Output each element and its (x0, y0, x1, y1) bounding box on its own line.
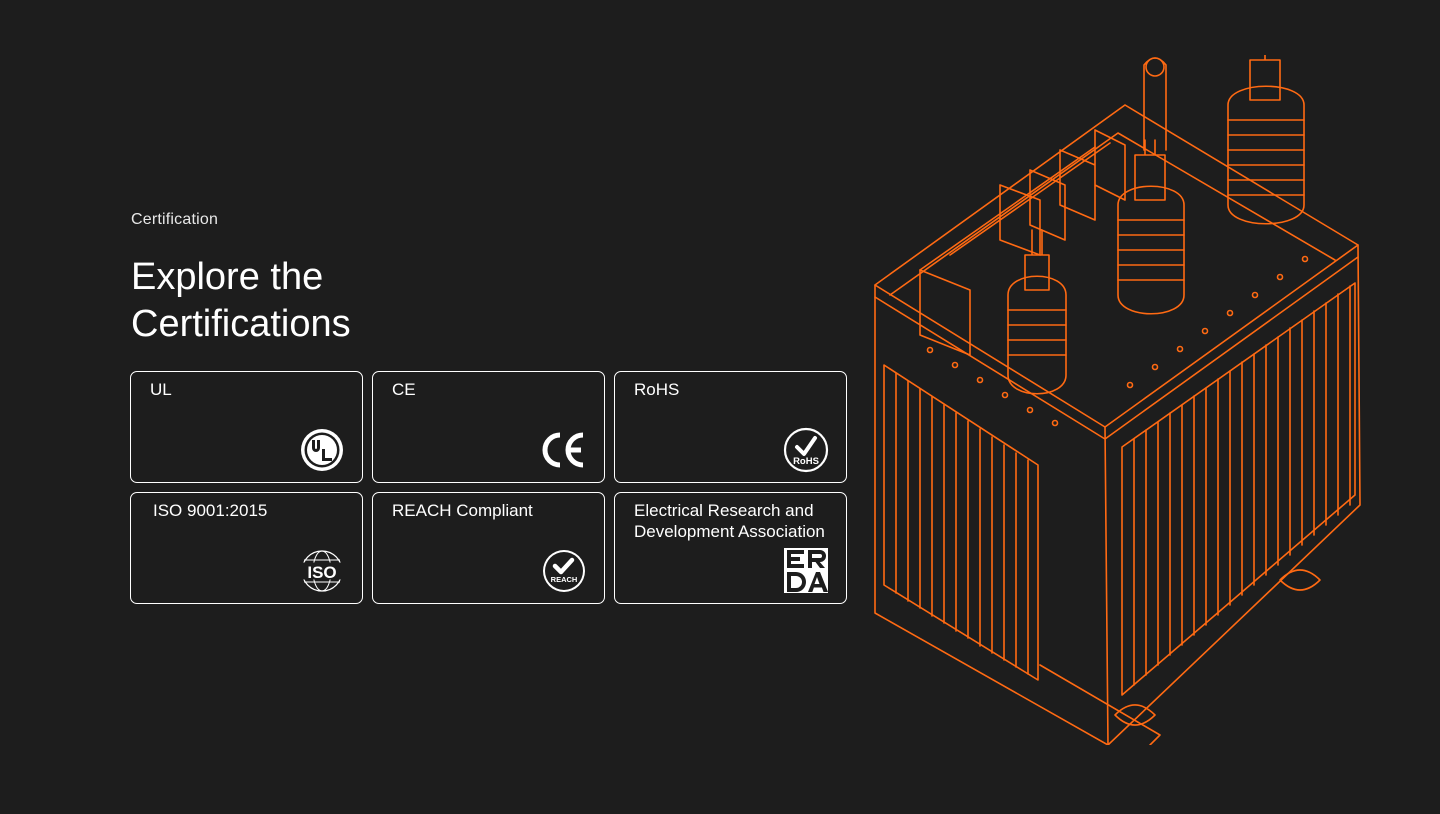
transformer-wireframe-illustration (874, 55, 1361, 745)
certification-card-ce[interactable]: CE (372, 371, 605, 483)
certification-card-iso[interactable]: ISO 9001:2015 ISO (130, 492, 363, 604)
section-title: Explore the Certifications (131, 254, 351, 348)
certification-card-erda[interactable]: Electrical Research and Development Asso… (614, 492, 847, 604)
section-eyebrow: Certification (131, 211, 219, 228)
erda-logo-icon (782, 547, 830, 595)
iso-logo-icon: ISO (298, 547, 346, 595)
certification-grid: UL CE RoHS RoHS ISO 9001:2015 ISO REACH … (130, 371, 847, 604)
ul-logo-icon (298, 426, 346, 474)
rohs-logo-icon: RoHS (782, 426, 830, 474)
section-title-line-2: Certifications (131, 303, 351, 345)
reach-logo-icon: REACH (540, 547, 588, 595)
certification-label: UL (150, 380, 172, 399)
section-title-line-1: Explore the (131, 256, 324, 298)
certification-label: REACH Compliant (392, 501, 533, 520)
certification-label: CE (392, 380, 416, 399)
certification-card-ul[interactable]: UL (130, 371, 363, 483)
certification-card-reach[interactable]: REACH Compliant REACH (372, 492, 605, 604)
certification-card-rohs[interactable]: RoHS RoHS (614, 371, 847, 483)
certification-label: ISO 9001:2015 (153, 501, 268, 520)
iso-logo-text: ISO (307, 563, 336, 582)
rohs-logo-text: RoHS (793, 456, 819, 467)
reach-logo-text: REACH (551, 575, 578, 584)
certification-label: Electrical Research and Development Asso… (634, 501, 825, 541)
ce-logo-icon (540, 426, 588, 474)
certification-label: RoHS (634, 380, 680, 399)
